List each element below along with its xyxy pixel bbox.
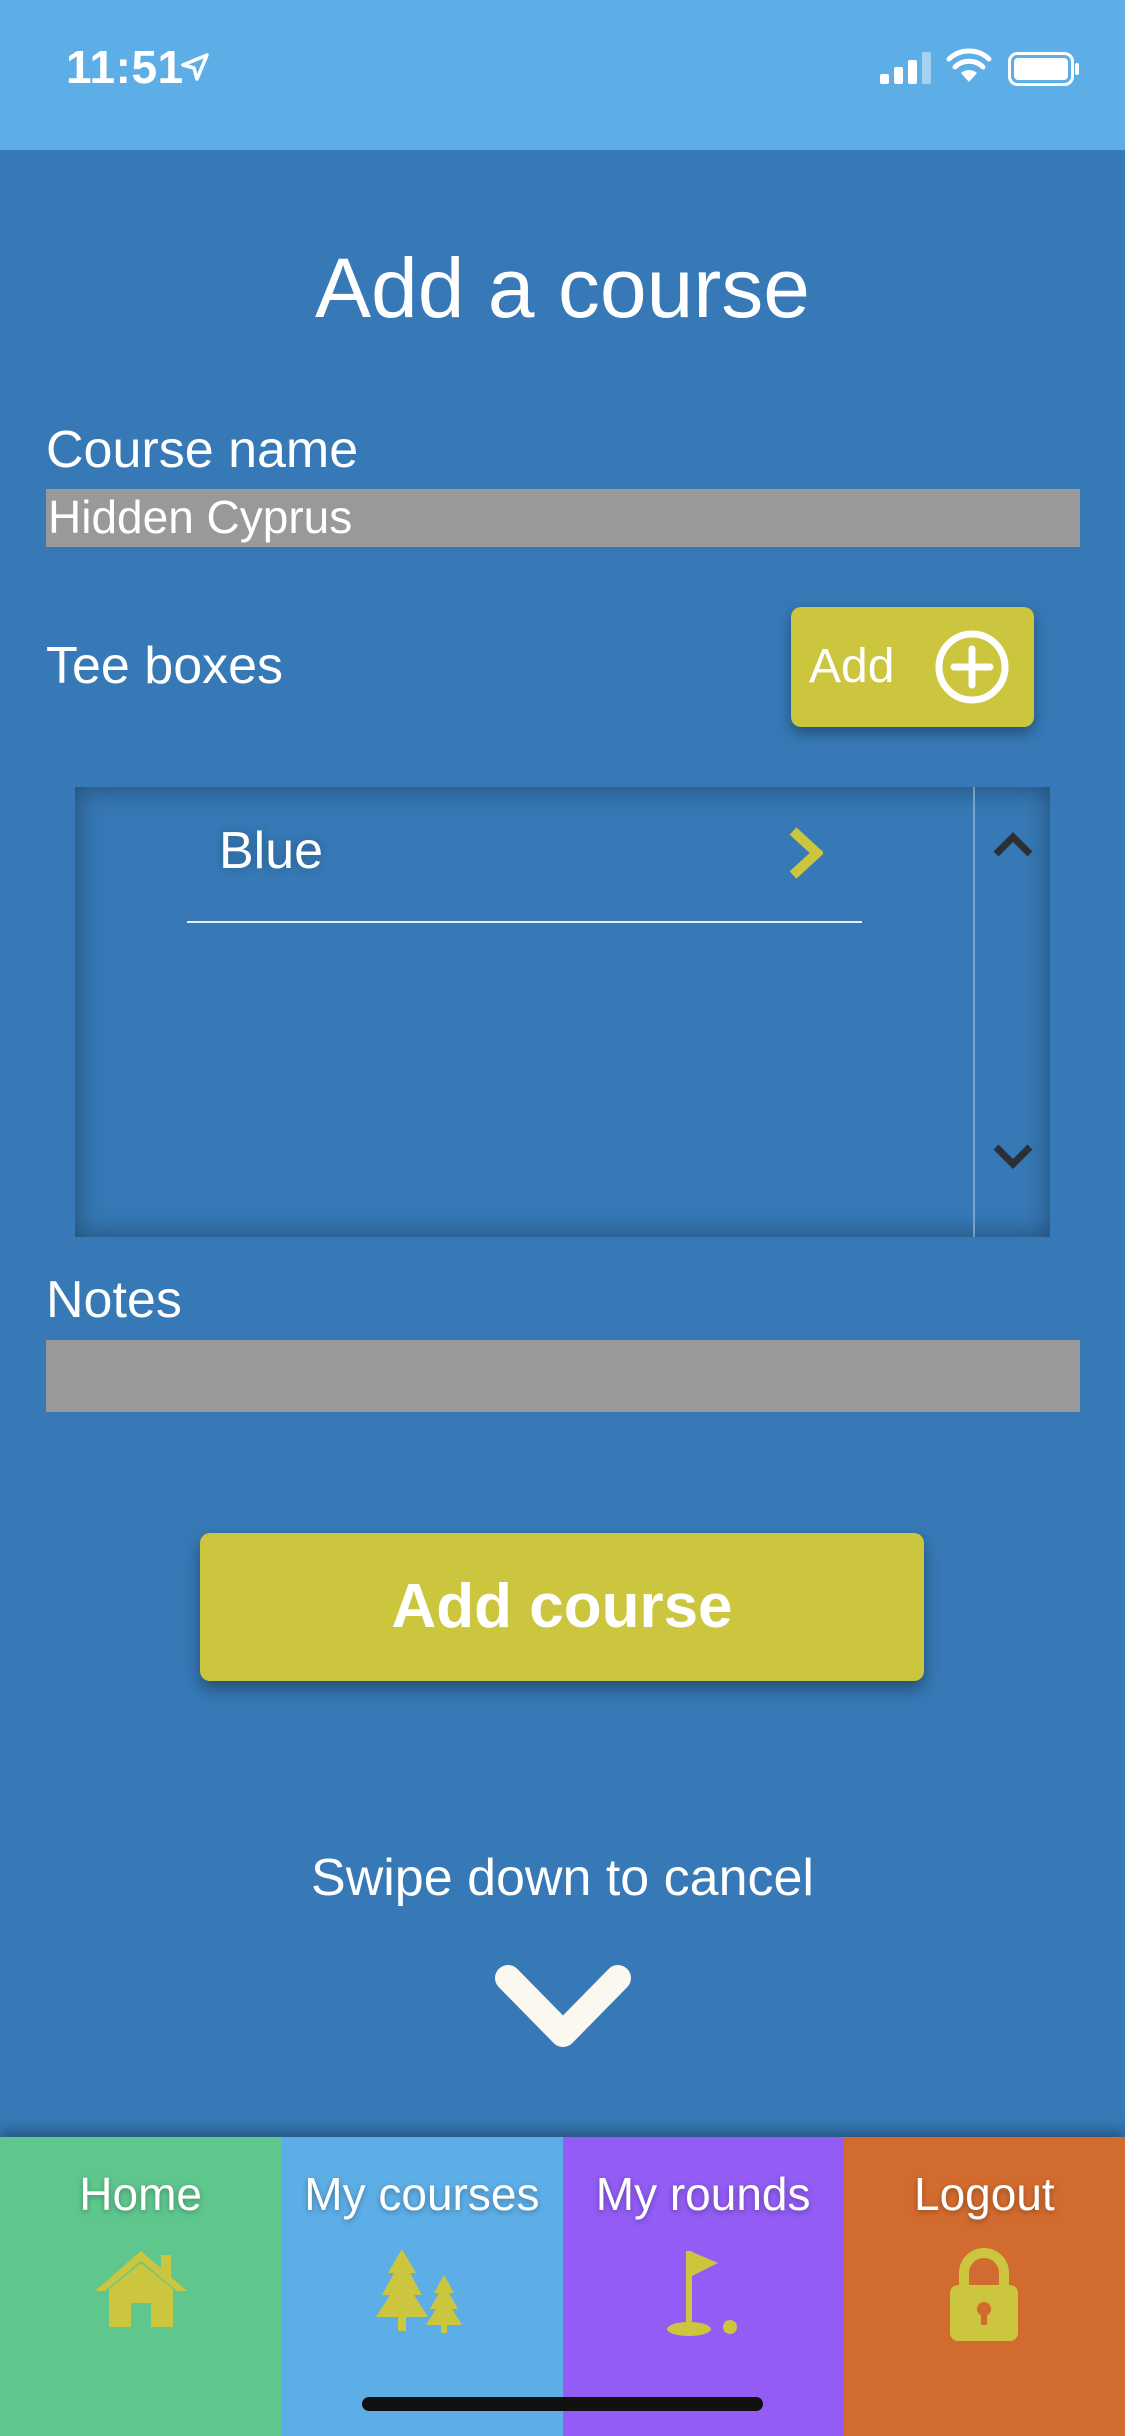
status-time: 11:51 [66, 41, 184, 93]
nav-tab-label: My rounds [595, 2168, 811, 2220]
nav-tab-label: Home [79, 2168, 202, 2220]
trees-icon [375, 2249, 462, 2333]
wifi-icon [946, 48, 992, 82]
nav-tab-home[interactable]: Home [0, 2137, 282, 2436]
battery-icon [1008, 52, 1079, 86]
chevron-down-icon[interactable] [494, 1962, 632, 2056]
home-icon [94, 2251, 187, 2327]
nav-tab-label: My courses [304, 2168, 540, 2220]
location-arrow-icon [181, 53, 209, 81]
status-bar: 11:51 [0, 0, 1125, 150]
nav-tab-my-rounds[interactable]: My rounds [562, 2137, 844, 2436]
nav-tab-label: Logout [914, 2168, 1055, 2220]
notes-label: Notes [46, 1271, 182, 1329]
tee-box-list[interactable]: Blue [75, 787, 1050, 1237]
golf-flag-icon [667, 2251, 738, 2336]
bottom-nav: Home My courses My rounds Logout [0, 2137, 1125, 2436]
page-title: Add a course [315, 241, 810, 335]
chevron-right-icon [789, 827, 823, 879]
course-name-label: Course name [46, 421, 359, 479]
lock-icon [950, 2248, 1019, 2341]
tee-boxes-label: Tee boxes [46, 637, 284, 695]
course-name-input[interactable]: Hidden Cyprus [46, 489, 1080, 547]
signal-icon [880, 52, 931, 84]
chevron-down-icon[interactable] [991, 1142, 1035, 1172]
add-course-button[interactable]: Add course [200, 1533, 924, 1681]
home-indicator[interactable] [362, 2397, 763, 2411]
add-tee-box-button[interactable]: Add [791, 607, 1034, 727]
notes-input[interactable] [46, 1340, 1080, 1412]
nav-tab-my-courses[interactable]: My courses [281, 2137, 563, 2436]
add-tee-box-label: Add [809, 640, 895, 693]
plus-circle-icon [935, 630, 1009, 704]
swipe-hint-text: Swipe down to cancel [311, 1849, 814, 1907]
scroll-track-divider [973, 787, 975, 1237]
nav-tab-logout[interactable]: Logout [843, 2137, 1125, 2436]
tee-box-item-label: Blue [219, 822, 324, 880]
tee-box-item[interactable]: Blue [187, 787, 862, 923]
chevron-up-icon[interactable] [991, 829, 1035, 859]
